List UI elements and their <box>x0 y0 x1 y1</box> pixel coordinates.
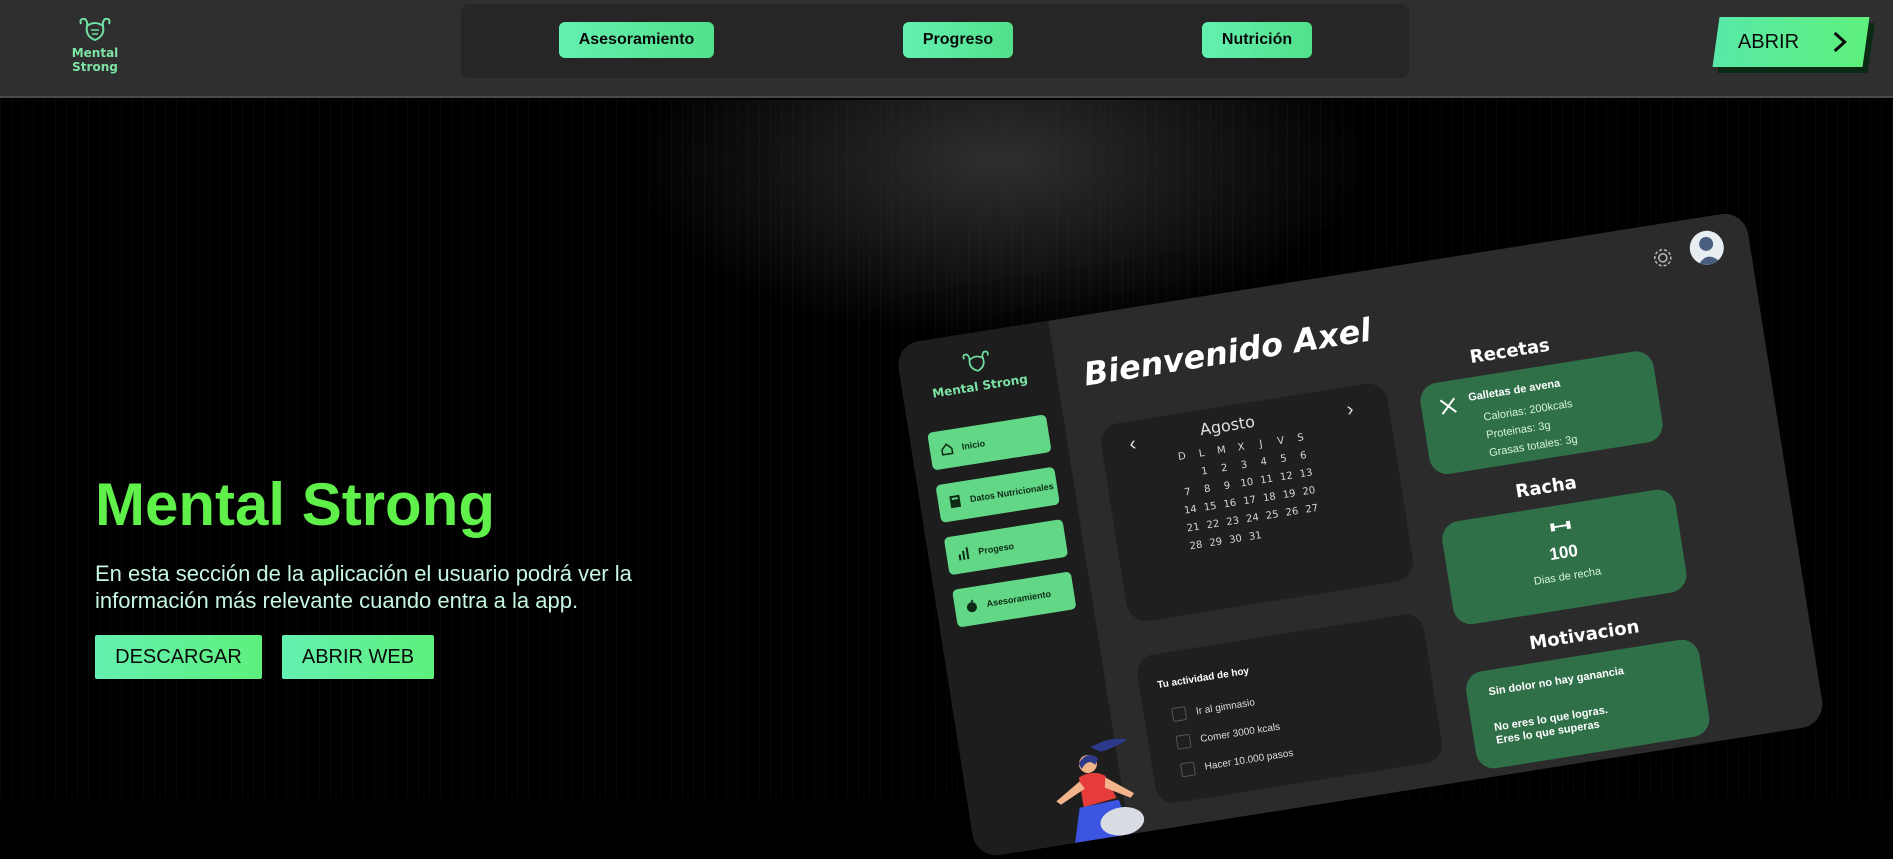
calendar-day[interactable]: 2 <box>1214 461 1235 475</box>
welcome-title: Bienvenido Axel <box>1081 310 1374 394</box>
open-web-button[interactable]: ABRIR WEB <box>282 635 434 679</box>
calendar-day[interactable]: 14 <box>1180 503 1201 517</box>
recipes-title: Recetas <box>1468 334 1552 369</box>
calendar-weekday: D <box>1177 450 1187 464</box>
recipe-card[interactable]: Galletas de avena Calorias: 200kcals Pro… <box>1417 348 1666 477</box>
calendar-widget: ‹ Agosto › D L M X J V S 1 2 3 4 5 6 7 8 9 10 11 12 13 14 15 1… <box>1098 380 1416 624</box>
calendar-weekday: M <box>1216 444 1227 457</box>
calendar-day[interactable]: 4 <box>1253 455 1274 469</box>
calendar-day[interactable]: 29 <box>1205 536 1226 550</box>
home-icon <box>939 441 955 457</box>
calendar-day[interactable]: 8 <box>1197 482 1218 496</box>
muscle-logo-icon <box>962 350 989 372</box>
sidebar-item-progreso[interactable]: Progeso <box>943 518 1069 576</box>
calendar-day[interactable]: 20 <box>1298 485 1319 499</box>
activity-item-label: Hacer 10.000 pasos <box>1203 747 1295 773</box>
chevron-left-icon[interactable]: ‹ <box>1128 433 1138 457</box>
checkbox[interactable] <box>1171 706 1188 723</box>
calendar-day[interactable]: 5 <box>1273 452 1294 466</box>
calendar-day[interactable]: 10 <box>1236 476 1257 490</box>
calendar-day[interactable]: 16 <box>1219 497 1240 511</box>
activity-item-label: Comer 3000 kcals <box>1199 721 1281 745</box>
calendar-day[interactable]: 27 <box>1301 502 1322 516</box>
calendar-day[interactable]: 15 <box>1200 500 1221 514</box>
calendar-day[interactable]: 28 <box>1185 539 1206 553</box>
hero-title: Mental Strong <box>95 471 495 538</box>
calendar-grid: D L M X J V S 1 2 3 4 5 6 7 8 9 10 11 12 13 14 15 16 17 18 19 20 21… <box>1171 431 1325 553</box>
activity-item[interactable]: Ir al gimnasio <box>1171 695 1256 723</box>
calendar-day[interactable]: 11 <box>1256 473 1277 487</box>
logo[interactable]: Mental Strong <box>50 16 140 74</box>
activity-card: Tu actividad de hoy Ir al gimnasio Comer… <box>1134 611 1445 806</box>
calendar-weekday: J <box>1258 438 1264 451</box>
bar-chart-icon <box>956 546 972 562</box>
hero-description: En esta sección de la aplicación el usua… <box>95 561 632 613</box>
calendar-weekday: X <box>1237 441 1246 454</box>
motivation-quote-2: No eres lo que logras. Eres lo que super… <box>1493 704 1609 747</box>
muscle-logo-icon <box>79 17 111 42</box>
sidebar-item-label: Datos Nutricionales <box>969 480 1055 505</box>
calendar-day[interactable]: 1 <box>1194 465 1215 479</box>
gear-icon[interactable] <box>1649 244 1677 276</box>
chevron-right-icon <box>1832 30 1848 59</box>
calendar-day[interactable]: 12 <box>1276 470 1297 484</box>
utensils-icon <box>1438 396 1459 422</box>
calendar-weekday: V <box>1276 435 1286 448</box>
sidebar-item-label: Inicio <box>960 438 986 452</box>
sidebar-item-datos-nutricionales[interactable]: Datos Nutricionales <box>935 466 1060 523</box>
calendar-day[interactable]: 17 <box>1239 494 1260 508</box>
apple-icon <box>964 598 980 614</box>
calendar-day[interactable]: 18 <box>1259 491 1280 505</box>
top-bar: Mental Strong Asesoramiento Progreso Nut… <box>0 0 1893 98</box>
logo-text: Mental Strong <box>71 46 119 74</box>
calendar-day[interactable]: 23 <box>1222 515 1243 529</box>
calendar-day[interactable]: 25 <box>1262 509 1283 523</box>
calendar-day[interactable]: 31 <box>1245 529 1266 543</box>
preview-logo-text: Mental Strong <box>931 371 1029 401</box>
calendar-day[interactable]: 9 <box>1216 479 1237 493</box>
open-app-button[interactable]: ABRIR <box>1712 17 1870 67</box>
activity-title: Tu actividad de hoy <box>1156 665 1250 692</box>
sidebar-item-label: Progeso <box>977 540 1015 557</box>
calculator-icon <box>947 493 963 509</box>
nav-progreso-button[interactable]: Progreso <box>903 22 1013 58</box>
chevron-right-icon[interactable]: › <box>1345 398 1355 422</box>
sidebar-item-inicio[interactable]: Inicio <box>927 414 1052 471</box>
calendar-day[interactable]: 13 <box>1295 467 1316 481</box>
activity-item[interactable]: Hacer 10.000 pasos <box>1179 746 1295 778</box>
calendar-month: Agosto <box>1198 411 1257 440</box>
recipe-calories: Calorias: 200kcals <box>1482 397 1574 424</box>
checkbox[interactable] <box>1179 761 1197 778</box>
calendar-blank <box>1174 468 1195 482</box>
calendar-day[interactable]: 7 <box>1177 486 1198 500</box>
calendar-day[interactable]: 19 <box>1279 488 1300 502</box>
streak-card: 100 Dias de recha <box>1439 487 1690 627</box>
checkbox[interactable] <box>1175 733 1192 750</box>
sidebar-item-label: Asesoramiento <box>985 588 1052 609</box>
activity-item[interactable]: Comer 3000 kcals <box>1175 720 1281 750</box>
calendar-day[interactable]: 24 <box>1242 512 1263 526</box>
main-nav: Asesoramiento Progreso Nutrición <box>461 4 1409 78</box>
calendar-day[interactable]: 3 <box>1233 458 1254 472</box>
calendar-weekday: L <box>1198 447 1206 460</box>
streak-title: Racha <box>1514 472 1579 503</box>
recipe-name: Galletas de avena <box>1467 377 1562 404</box>
activity-item-label: Ir al gimnasio <box>1195 696 1256 717</box>
runner-illustration <box>1030 732 1155 853</box>
preview-logo: Mental Strong <box>918 342 1038 402</box>
calendar-weekday: S <box>1296 432 1305 445</box>
calendar-day[interactable]: 30 <box>1225 533 1246 547</box>
calendar-day[interactable]: 22 <box>1202 518 1223 532</box>
calendar-day[interactable]: 26 <box>1281 505 1302 519</box>
open-app-label: ABRIR <box>1738 30 1800 53</box>
avatar[interactable] <box>1687 228 1727 268</box>
download-button[interactable]: DESCARGAR <box>95 635 262 679</box>
sidebar-item-asesoramiento[interactable]: Asesoramiento <box>952 571 1077 628</box>
calendar-day[interactable]: 21 <box>1183 521 1204 535</box>
motivation-quote-1: Sin dolor no hay ganancia <box>1487 665 1625 699</box>
calendar-day[interactable]: 6 <box>1293 449 1314 463</box>
nav-asesoramiento-button[interactable]: Asesoramiento <box>559 22 714 58</box>
nav-nutricion-button[interactable]: Nutrición <box>1202 22 1312 58</box>
dumbbell-icon <box>1549 517 1574 539</box>
